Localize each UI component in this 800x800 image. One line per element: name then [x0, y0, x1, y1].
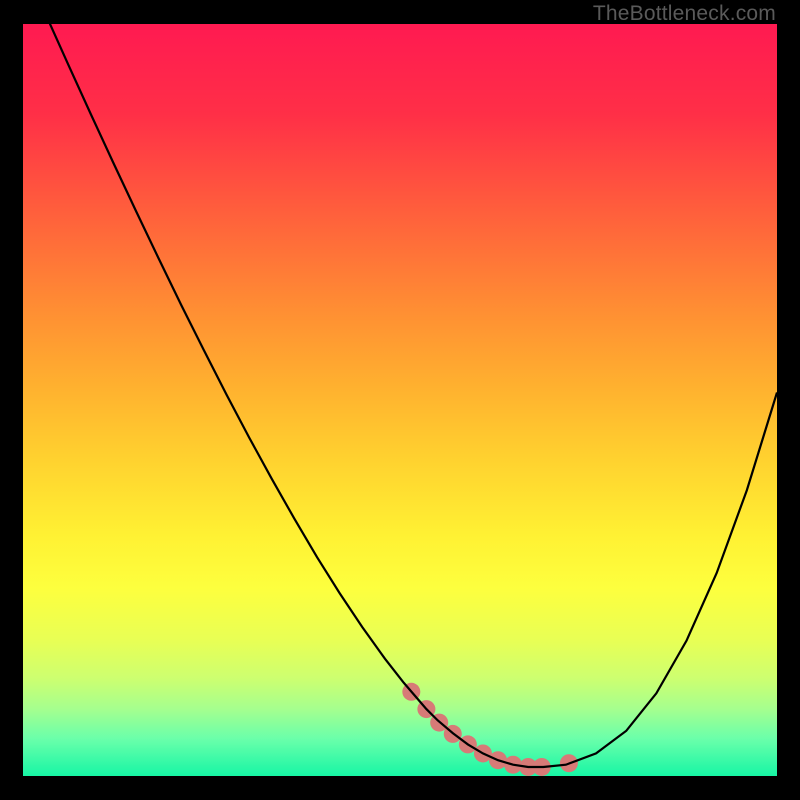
- optimal-markers: [402, 683, 578, 776]
- plot-area: [23, 24, 777, 776]
- watermark-label: TheBottleneck.com: [593, 2, 776, 26]
- chart-stage: TheBottleneck.com: [0, 0, 800, 800]
- chart-svg: [23, 24, 777, 776]
- bottleneck-curve: [23, 24, 777, 767]
